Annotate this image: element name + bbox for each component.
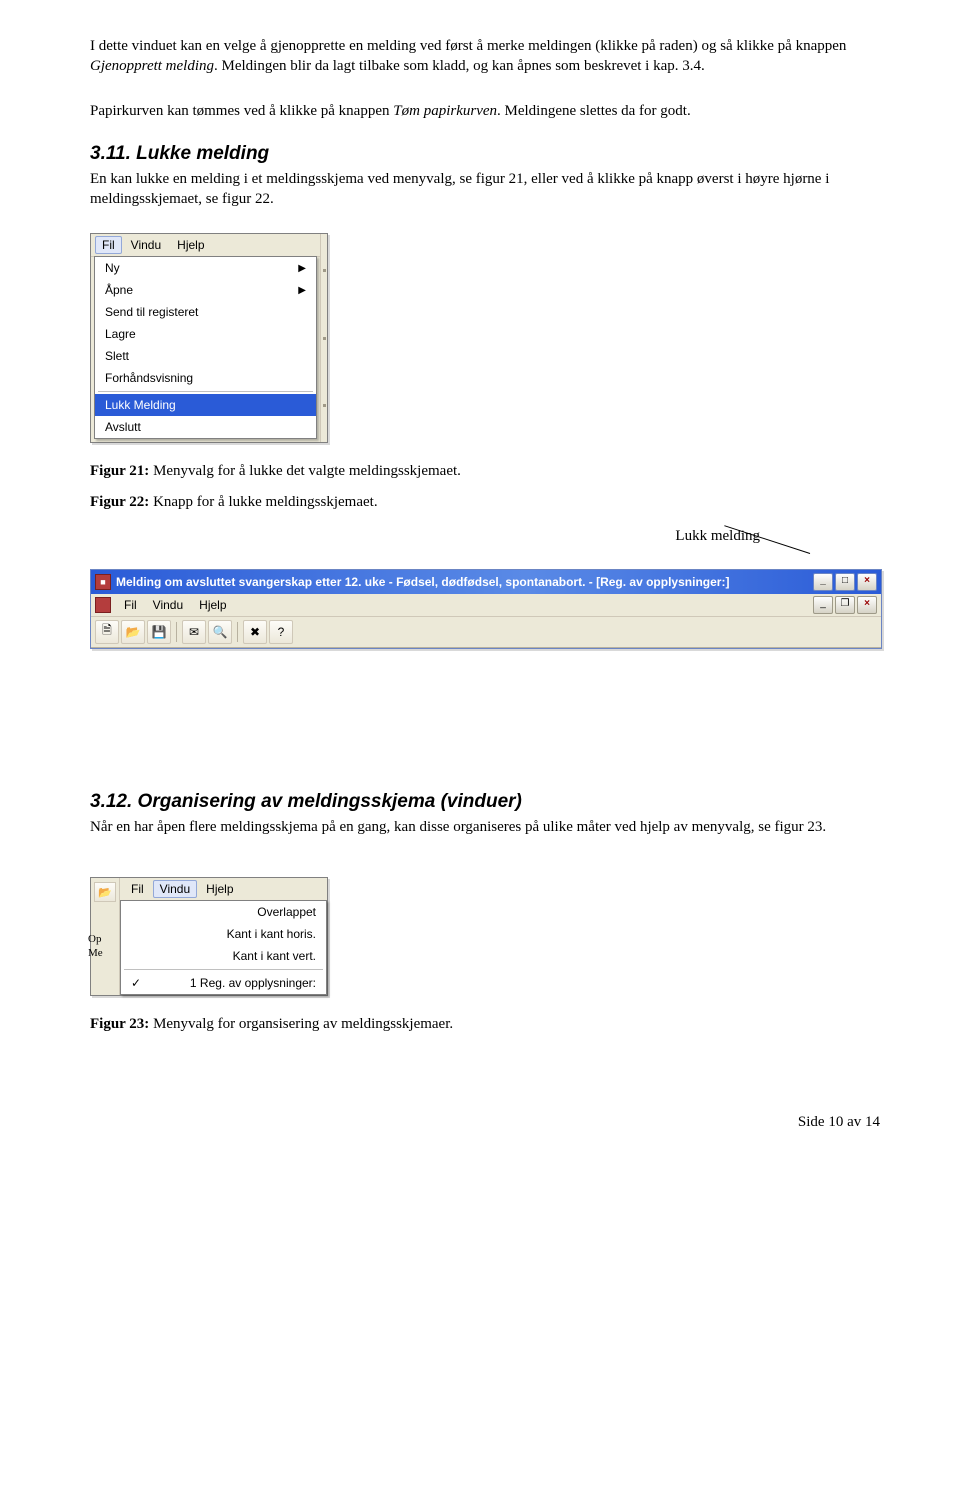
toolbar-save-button[interactable]: 💾	[147, 620, 171, 644]
separator	[98, 391, 313, 392]
heading-3-11: 3.11. Lukke melding	[90, 143, 880, 165]
caption-label: Figur 23:	[90, 1016, 149, 1032]
sec-3-12-body: Når en har åpen flere meldingsskjema på …	[90, 817, 880, 837]
menu-fil[interactable]: Fil	[117, 596, 144, 614]
fig21-menu-window: Fil Vindu Hjelp Ny ▶ Åpne ▶ Send til regis…	[90, 233, 328, 443]
heading-3-12: 3.12. Organisering av meldingsskjema (vi…	[90, 791, 880, 813]
toolbar-delete-button[interactable]: ✖	[243, 620, 267, 644]
intro-para-1: I dette vinduet kan en velge å gjenoppre…	[90, 36, 880, 77]
label: Åpne	[105, 283, 133, 297]
label: 1 Reg. av opplysninger:	[190, 976, 316, 990]
separator	[124, 969, 323, 970]
minimize-button[interactable]: _	[813, 573, 833, 591]
text: Papirkurven kan tømmes ved å klikke på k…	[90, 103, 393, 119]
text: . Meldingen blir da lagt tilbake som kla…	[214, 58, 705, 74]
toolbar-grip	[320, 234, 327, 442]
fil-dropdown: Ny ▶ Åpne ▶ Send til registeret Lagre Slet…	[94, 256, 317, 439]
sec-3-11-body: En kan lukke en melding i et meldingsskj…	[90, 169, 880, 210]
toolbar-separator	[176, 622, 177, 642]
toolbar-help-button[interactable]: ?	[269, 620, 293, 644]
label: Forhåndsvisning	[105, 371, 193, 385]
caption-text: Menyvalg for organsisering av meldingssk…	[149, 1016, 453, 1032]
menu-fil[interactable]: Fil	[95, 236, 122, 254]
caption-text: Menyvalg for å lukke det valgte meldings…	[149, 463, 461, 479]
menu-item-slett[interactable]: Slett	[95, 345, 316, 367]
menu-vindu[interactable]: Vindu	[124, 236, 168, 254]
label: Kant i kant vert.	[233, 949, 316, 963]
fig23-caption: Figur 23: Menyvalg for organsisering av …	[90, 1014, 880, 1034]
page-footer: Side 10 av 14	[90, 1114, 880, 1131]
label: Avslutt	[105, 420, 141, 434]
submenu-arrow-icon: ▶	[298, 263, 306, 274]
side-text-me: Me	[88, 947, 103, 959]
fig23-menu-window: 📂 Fil Vindu Hjelp Overlappet Kant i kant…	[90, 877, 328, 996]
strip-open-button[interactable]: 📂	[94, 882, 116, 902]
toolbar-separator	[237, 622, 238, 642]
fig22-caption: Figur 22: Knapp for å lukke meldingsskje…	[90, 492, 880, 512]
menubar: Fil Vindu Hjelp	[91, 234, 320, 257]
menu-hjelp[interactable]: Hjelp	[199, 880, 240, 898]
menu-vindu[interactable]: Vindu	[146, 596, 190, 614]
callout-lukk-melding: Lukk melding	[675, 528, 760, 545]
side-text-op: Op	[88, 933, 101, 945]
text: I dette vinduet kan en velge å gjenoppre…	[90, 38, 846, 54]
fig22-mdi-window: ■ Melding om avsluttet svangerskap etter…	[90, 569, 882, 649]
label: Send til registeret	[105, 305, 198, 319]
toolbar-new-button[interactable]: 🗎	[95, 620, 119, 644]
toolbar: 🗎 📂 💾 ✉ 🔍 ✖ ?	[91, 617, 881, 648]
submenu-arrow-icon: ▶	[298, 285, 306, 296]
menu-item-reg-opplysninger[interactable]: ✓ 1 Reg. av opplysninger:	[121, 972, 326, 994]
toolbar-preview-button[interactable]: 🔍	[208, 620, 232, 644]
menu-item-kant-vert[interactable]: Kant i kant vert.	[121, 945, 326, 967]
vindu-dropdown: Overlappet Kant i kant horis. Kant i kan…	[120, 900, 327, 995]
child-restore-button[interactable]: ❐	[835, 596, 855, 614]
document-icon	[95, 597, 111, 613]
intro-para-2: Papirkurven kan tømmes ved å klikke på k…	[90, 101, 880, 121]
text: . Meldingene slettes da for godt.	[497, 103, 691, 119]
menubar: Fil Vindu Hjelp	[120, 878, 327, 901]
titlebar: ■ Melding om avsluttet svangerskap etter…	[91, 570, 881, 594]
menu-item-apne[interactable]: Åpne ▶	[95, 279, 316, 301]
toolbar-open-button[interactable]: 📂	[121, 620, 145, 644]
close-button[interactable]: ×	[857, 573, 877, 591]
menu-item-ny[interactable]: Ny ▶	[95, 257, 316, 279]
checkmark-icon: ✓	[131, 976, 145, 990]
menu-item-lagre[interactable]: Lagre	[95, 323, 316, 345]
label: Kant i kant horis.	[227, 927, 316, 941]
window-title: Melding om avsluttet svangerskap etter 1…	[116, 575, 813, 589]
label: Lagre	[105, 327, 136, 341]
button-name-gjenopprett: Gjenopprett melding	[90, 58, 214, 74]
menu-item-kant-horis[interactable]: Kant i kant horis.	[121, 923, 326, 945]
caption-text: Knapp for å lukke meldingsskjemaet.	[149, 494, 377, 510]
app-icon: ■	[95, 574, 111, 590]
caption-label: Figur 21:	[90, 463, 149, 479]
caption-label: Figur 22:	[90, 494, 149, 510]
label: Slett	[105, 349, 129, 363]
child-close-button[interactable]: ×	[857, 596, 877, 614]
label: Overlappet	[257, 905, 316, 919]
menu-vindu[interactable]: Vindu	[153, 880, 197, 898]
mdi-menubar: Fil Vindu Hjelp _ ❐ ×	[91, 594, 881, 617]
label: Ny	[105, 261, 120, 275]
menu-item-overlappet[interactable]: Overlappet	[121, 901, 326, 923]
button-name-tom-papirkurven: Tøm papirkurven	[393, 103, 497, 119]
child-minimize-button[interactable]: _	[813, 596, 833, 614]
menu-item-lukk-melding[interactable]: Lukk Melding	[95, 394, 316, 416]
label: Lukk Melding	[105, 398, 176, 412]
menu-item-send[interactable]: Send til registeret	[95, 301, 316, 323]
toolbar-send-button[interactable]: ✉	[182, 620, 206, 644]
menu-fil[interactable]: Fil	[124, 880, 151, 898]
menu-item-forhandsvisning[interactable]: Forhåndsvisning	[95, 367, 316, 389]
fig21-caption: Figur 21: Menyvalg for å lukke det valgt…	[90, 461, 880, 481]
menu-hjelp[interactable]: Hjelp	[192, 596, 233, 614]
maximize-button[interactable]: □	[835, 573, 855, 591]
menu-item-avslutt[interactable]: Avslutt	[95, 416, 316, 438]
menu-hjelp[interactable]: Hjelp	[170, 236, 211, 254]
